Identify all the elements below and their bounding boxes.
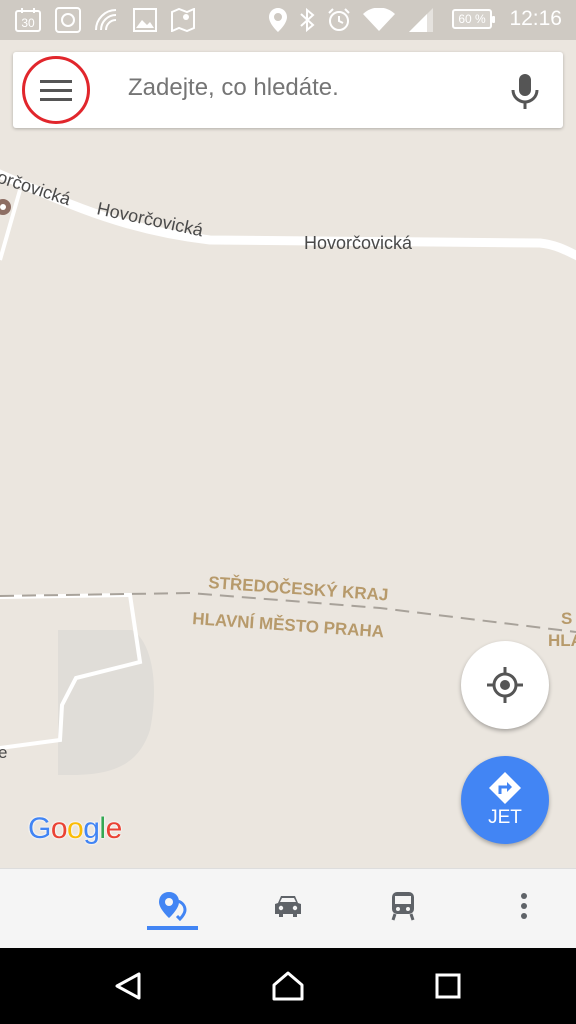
battery-percent: 60 % xyxy=(458,12,486,26)
maps-icon xyxy=(170,8,196,32)
navigation-bar xyxy=(0,948,576,1024)
image-icon xyxy=(54,7,82,33)
region-label: STŘEDOČESKÝ KRAJ xyxy=(208,573,389,605)
road-hovorcovicka xyxy=(0,169,576,261)
active-tab-indicator xyxy=(147,926,198,930)
calendar-date: 30 xyxy=(21,16,35,30)
tab-driving[interactable] xyxy=(260,883,316,929)
back-triangle-icon xyxy=(115,972,141,1000)
tab-explore[interactable] xyxy=(145,883,201,929)
poi-marker-dot xyxy=(0,204,6,210)
alarm-icon xyxy=(326,8,352,32)
directions-button[interactable]: JET xyxy=(461,756,549,844)
my-location-button[interactable] xyxy=(461,641,549,729)
crosshair-icon xyxy=(487,667,523,703)
menu-button[interactable] xyxy=(22,56,90,124)
logo-letter: g xyxy=(83,812,100,845)
street-label-fragment: e xyxy=(0,743,7,762)
logo-letter: o xyxy=(67,812,84,845)
logo-letter: e xyxy=(105,812,123,845)
status-bar: 30 60 % 12:16 xyxy=(0,0,576,40)
more-vertical-icon xyxy=(521,893,527,919)
hamburger-icon xyxy=(40,80,72,101)
more-options-button[interactable] xyxy=(496,883,552,929)
logo-letter: G xyxy=(28,812,51,845)
google-logo: Google xyxy=(28,812,122,846)
microphone-icon[interactable] xyxy=(510,72,540,112)
square-icon xyxy=(435,973,461,999)
bottom-tab-bar xyxy=(0,868,576,949)
street-label: Hovorčovická xyxy=(304,233,413,253)
wifi-icon xyxy=(362,8,396,32)
home-button[interactable] xyxy=(266,964,310,1008)
region-label-fragment: HLA xyxy=(548,631,576,650)
battery-icon: 60 % xyxy=(452,9,495,29)
street-label: orčovická xyxy=(0,167,74,210)
bluetooth-icon xyxy=(298,8,316,32)
location-icon xyxy=(268,8,288,32)
directions-icon xyxy=(489,772,521,804)
directions-label: JET xyxy=(488,807,522,828)
calendar-icon: 30 xyxy=(14,8,42,32)
car-icon xyxy=(275,896,301,917)
nfc-icon xyxy=(92,8,120,32)
region-label: HLAVNÍ MĚSTO PRAHA xyxy=(192,609,385,641)
map-view[interactable]: orčovická Hovorčovická Hovorčovická STŘE… xyxy=(0,40,576,868)
gallery-icon xyxy=(132,8,158,32)
logo-letter: o xyxy=(50,812,68,845)
train-icon xyxy=(391,892,415,921)
search-input[interactable]: Zadejte, co hledáte. xyxy=(128,74,339,102)
clock: 12:16 xyxy=(509,7,562,30)
signal-icon xyxy=(408,8,434,32)
region-label-fragment: S xyxy=(561,609,572,628)
tab-transit[interactable] xyxy=(375,883,431,929)
home-icon xyxy=(272,971,304,1001)
map-canvas[interactable]: orčovická Hovorčovická Hovorčovická STŘE… xyxy=(0,40,576,868)
recents-button[interactable] xyxy=(426,964,470,1008)
back-button[interactable] xyxy=(106,964,150,1008)
place-pin-icon xyxy=(159,892,187,921)
